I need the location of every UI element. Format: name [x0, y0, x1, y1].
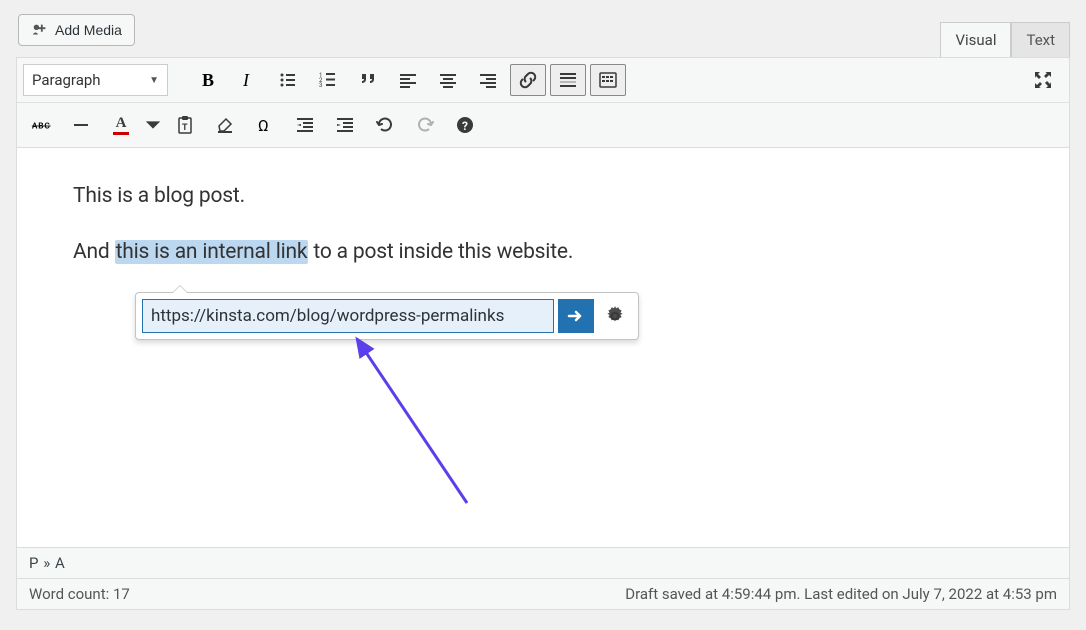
bullet-list-button[interactable] — [270, 64, 306, 96]
outdent-button[interactable] — [287, 109, 323, 141]
redo-button[interactable] — [407, 109, 443, 141]
tab-visual[interactable]: Visual — [940, 22, 1011, 57]
selected-link-text[interactable]: this is an internal link — [115, 240, 309, 264]
media-icon — [31, 21, 49, 39]
toolbar-row-2: ABC A T Ω — [17, 103, 1069, 147]
svg-text:T: T — [182, 123, 188, 133]
paste-text-button[interactable]: T — [167, 109, 203, 141]
editor-mode-tabs: Visual Text — [940, 14, 1086, 57]
tab-text[interactable]: Text — [1011, 22, 1070, 57]
apply-link-button[interactable] — [558, 299, 594, 333]
annotation-arrow — [347, 333, 487, 513]
fullscreen-button[interactable] — [1025, 64, 1061, 96]
word-count-label: Word count: — [29, 585, 113, 603]
editor-container: Add Media Visual Text Paragraph ▼ B I 1 — [0, 0, 1086, 630]
word-count: Word count: 17 — [29, 585, 130, 603]
text-color-letter: A — [116, 116, 127, 131]
svg-text:I: I — [242, 70, 250, 90]
svg-text:ABC: ABC — [32, 121, 51, 131]
special-character-button[interactable]: Ω — [247, 109, 283, 141]
p2-before: And — [73, 240, 115, 264]
link-insert-popup — [135, 292, 639, 340]
editor-body[interactable]: This is a blog post. And this is an inte… — [16, 148, 1070, 548]
align-center-button[interactable] — [430, 64, 466, 96]
link-settings-button[interactable] — [598, 299, 632, 333]
clear-formatting-button[interactable] — [207, 109, 243, 141]
text-color-swatch — [113, 132, 129, 135]
horizontal-rule-button[interactable] — [63, 109, 99, 141]
path-p[interactable]: P — [29, 554, 39, 572]
paragraph-format-select[interactable]: Paragraph ▼ — [23, 64, 168, 96]
strikethrough-button[interactable]: ABC — [23, 109, 59, 141]
svg-text:?: ? — [462, 119, 468, 133]
blockquote-button[interactable] — [350, 64, 386, 96]
help-button[interactable]: ? — [447, 109, 483, 141]
path-separator: » — [43, 554, 51, 572]
p2-after: to a post inside this website. — [308, 240, 573, 264]
insert-more-button[interactable] — [550, 64, 586, 96]
draft-status: Draft saved at 4:59:44 pm. Last edited o… — [625, 585, 1057, 603]
element-path-bar: P » A — [16, 548, 1070, 579]
align-left-button[interactable] — [390, 64, 426, 96]
paragraph-1[interactable]: This is a blog post. — [73, 184, 1013, 208]
indent-button[interactable] — [327, 109, 363, 141]
text-color-button[interactable]: A — [103, 109, 139, 141]
align-right-button[interactable] — [470, 64, 506, 96]
word-count-value: 17 — [113, 585, 130, 603]
chevron-down-icon: ▼ — [149, 75, 159, 86]
insert-link-button[interactable] — [510, 64, 546, 96]
undo-button[interactable] — [367, 109, 403, 141]
status-bar: Word count: 17 Draft saved at 4:59:44 pm… — [16, 579, 1070, 610]
svg-text:B: B — [202, 70, 214, 90]
paragraph-2[interactable]: And this is an internal link to a post i… — [73, 240, 1013, 264]
toolbar-toggle-button[interactable] — [590, 64, 626, 96]
link-url-input[interactable] — [142, 299, 554, 333]
top-bar: Add Media Visual Text — [0, 0, 1086, 57]
italic-button[interactable]: I — [230, 64, 266, 96]
add-media-label: Add Media — [55, 22, 122, 38]
add-media-button[interactable]: Add Media — [18, 14, 135, 46]
text-color-dropdown[interactable] — [143, 109, 163, 141]
numbered-list-button[interactable]: 123 — [310, 64, 346, 96]
format-select-value: Paragraph — [32, 71, 101, 89]
toolbar-row-1: Paragraph ▼ B I 123 — [17, 58, 1069, 103]
toolbar: Paragraph ▼ B I 123 — [16, 57, 1070, 148]
svg-text:3: 3 — [319, 82, 322, 89]
svg-text:Ω: Ω — [258, 116, 269, 135]
path-a[interactable]: A — [55, 554, 65, 572]
bold-button[interactable]: B — [190, 64, 226, 96]
